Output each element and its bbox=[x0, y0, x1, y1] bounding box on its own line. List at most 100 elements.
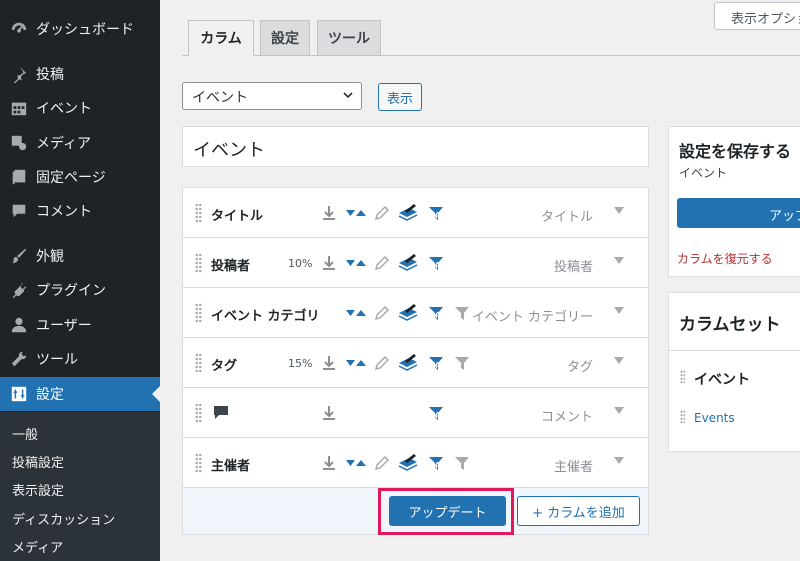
export-icon[interactable] bbox=[320, 254, 338, 272]
menu-label: イベント bbox=[36, 101, 92, 117]
menu-item-plugins[interactable]: プラグイン bbox=[0, 273, 160, 307]
settings-icon bbox=[9, 384, 29, 404]
edit-icon[interactable] bbox=[373, 204, 391, 222]
filter-icon[interactable] bbox=[453, 354, 471, 372]
menu-item-comments[interactable]: コメント bbox=[0, 194, 160, 228]
edit-icon[interactable] bbox=[373, 254, 391, 272]
column-type: 投稿者 bbox=[553, 260, 593, 275]
update-button[interactable]: アップデート bbox=[389, 496, 506, 526]
smart-filter-icon[interactable] bbox=[427, 404, 445, 422]
sort-icon[interactable] bbox=[345, 354, 367, 372]
drag-handle[interactable] bbox=[680, 370, 685, 384]
comment-bubble-icon bbox=[214, 406, 228, 419]
menu-label: ダッシュボード bbox=[36, 22, 134, 38]
column-row[interactable]: タイトル タイトル bbox=[183, 188, 648, 238]
drag-handle[interactable] bbox=[195, 253, 202, 273]
column-row[interactable]: 投稿者 10% 投稿者 bbox=[183, 238, 648, 288]
media-icon bbox=[9, 133, 29, 153]
sort-icon[interactable] bbox=[345, 304, 367, 322]
filter-icon[interactable] bbox=[453, 454, 471, 472]
add-column-button[interactable]: + カラムを追加 bbox=[517, 496, 640, 526]
smart-filter-icon[interactable] bbox=[427, 254, 445, 272]
menu-item-dashboard[interactable]: ダッシュボード bbox=[0, 12, 160, 46]
bulk-edit-icon[interactable] bbox=[397, 353, 419, 373]
menu-item-posts[interactable]: 投稿 bbox=[0, 57, 160, 91]
user-icon bbox=[9, 315, 29, 335]
smart-filter-icon[interactable] bbox=[427, 304, 445, 322]
menu-item-appearance[interactable]: 外観 bbox=[0, 239, 160, 273]
column-row[interactable]: コメント bbox=[183, 388, 648, 438]
tab-settings[interactable]: 設定 bbox=[260, 20, 310, 56]
smart-filter-icon[interactable] bbox=[427, 454, 445, 472]
edit-icon[interactable] bbox=[373, 354, 391, 372]
menu-item-settings[interactable]: 設定 bbox=[0, 377, 160, 411]
dashboard-icon bbox=[9, 19, 29, 39]
submenu-discussion[interactable]: ディスカッション bbox=[12, 509, 115, 528]
drag-handle[interactable] bbox=[195, 203, 202, 223]
column-row[interactable]: タグ 15% タグ bbox=[183, 338, 648, 388]
drag-handle[interactable] bbox=[195, 353, 202, 373]
sort-icon[interactable] bbox=[345, 254, 367, 272]
smart-filter-icon[interactable] bbox=[427, 204, 445, 222]
caret-down-icon[interactable] bbox=[614, 457, 624, 465]
edit-icon[interactable] bbox=[373, 304, 391, 322]
menu-label: 設定 bbox=[36, 387, 64, 403]
menu-item-pages[interactable]: 固定ページ bbox=[0, 160, 160, 194]
column-set-name[interactable]: イベント bbox=[694, 369, 750, 389]
drag-handle[interactable] bbox=[195, 403, 202, 423]
column-width: 10% bbox=[288, 257, 313, 270]
tab-tools[interactable]: ツール bbox=[317, 20, 381, 56]
screen-options-button[interactable]: 表示オプション bbox=[714, 2, 800, 30]
menu-item-tools[interactable]: ツール bbox=[0, 342, 160, 376]
column-type: イベント カテゴリー bbox=[471, 310, 593, 325]
export-icon[interactable] bbox=[320, 204, 338, 222]
caret-down-icon[interactable] bbox=[614, 307, 624, 315]
bulk-edit-icon[interactable] bbox=[397, 303, 419, 323]
bulk-edit-icon[interactable] bbox=[397, 253, 419, 273]
brush-icon bbox=[9, 246, 29, 266]
submenu-writing[interactable]: 投稿設定 bbox=[12, 452, 64, 471]
show-button[interactable]: 表示 bbox=[378, 83, 422, 111]
chevron-down-icon bbox=[343, 92, 353, 99]
menu-item-events[interactable]: イベント bbox=[0, 91, 160, 125]
drag-handle[interactable] bbox=[195, 453, 202, 473]
restore-columns-link[interactable]: カラムを復元する bbox=[677, 250, 773, 267]
list-screen-title-input[interactable]: イベント bbox=[182, 126, 649, 167]
column-type: 主催者 bbox=[553, 460, 593, 475]
tab-columns[interactable]: カラム bbox=[188, 20, 254, 56]
column-row[interactable]: イベント カテゴリー イベント カテゴリー bbox=[183, 288, 648, 338]
calendar-icon bbox=[9, 98, 29, 118]
column-type: タイトル bbox=[540, 210, 593, 225]
caret-down-icon[interactable] bbox=[614, 407, 624, 415]
bulk-edit-icon[interactable] bbox=[397, 203, 419, 223]
menu-item-media[interactable]: メディア bbox=[0, 126, 160, 160]
filter-icon[interactable] bbox=[453, 304, 471, 322]
export-icon[interactable] bbox=[320, 354, 338, 372]
sort-icon[interactable] bbox=[345, 454, 367, 472]
smart-filter-icon[interactable] bbox=[427, 354, 445, 372]
bulk-edit-icon[interactable] bbox=[397, 453, 419, 473]
drag-handle[interactable] bbox=[195, 303, 202, 323]
column-set-link[interactable]: Events bbox=[694, 411, 735, 425]
export-icon[interactable] bbox=[320, 404, 338, 422]
sort-icon[interactable] bbox=[345, 204, 367, 222]
caret-down-icon[interactable] bbox=[614, 257, 624, 265]
menu-label: ユーザー bbox=[36, 318, 92, 334]
export-icon[interactable] bbox=[320, 454, 338, 472]
menu-item-users[interactable]: ユーザー bbox=[0, 308, 160, 342]
column-label: イベント カテゴリー bbox=[211, 309, 319, 324]
post-type-select[interactable]: イベント bbox=[182, 82, 362, 110]
submenu-reading[interactable]: 表示設定 bbox=[12, 480, 64, 499]
divider bbox=[669, 350, 800, 351]
caret-down-icon[interactable] bbox=[614, 357, 624, 365]
column-row[interactable]: 主催者 主催者 bbox=[183, 438, 648, 488]
menu-label: プラグイン bbox=[36, 283, 106, 299]
column-label: タイトル bbox=[211, 209, 264, 224]
caret-down-icon[interactable] bbox=[614, 207, 624, 215]
drag-handle[interactable] bbox=[680, 410, 685, 424]
save-update-button[interactable]: アップデート bbox=[677, 198, 800, 228]
submenu-media[interactable]: メディア bbox=[12, 537, 63, 556]
edit-icon[interactable] bbox=[373, 454, 391, 472]
submenu-general[interactable]: 一般 bbox=[12, 424, 38, 443]
select-value: イベント bbox=[192, 90, 248, 106]
